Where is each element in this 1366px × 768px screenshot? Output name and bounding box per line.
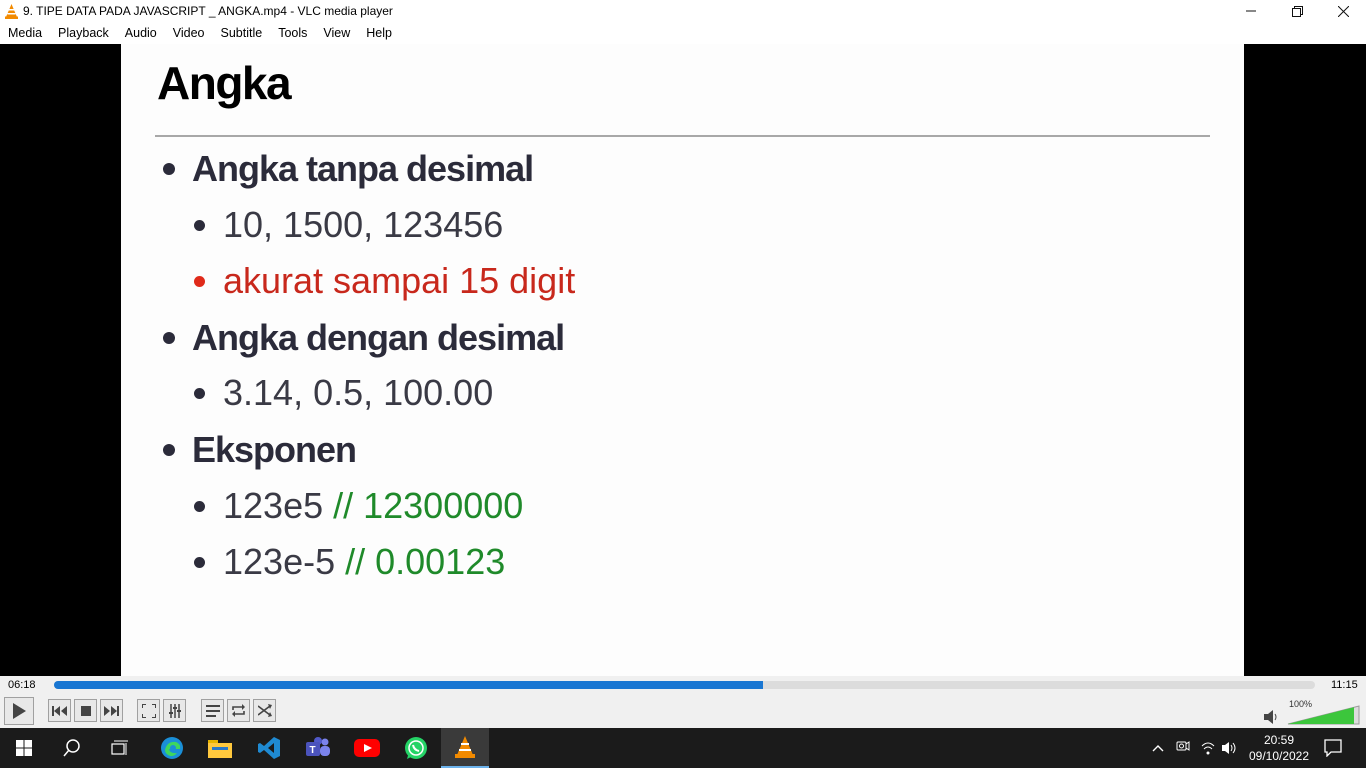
close-button[interactable] (1320, 0, 1366, 22)
windows-start-button[interactable] (0, 728, 48, 768)
title-bar: 9. TIPE DATA PADA JAVASCRIPT _ ANGKA.mp4… (0, 0, 1366, 22)
bullet-level2: 123e5 // 12300000 (194, 485, 523, 527)
previous-button[interactable] (48, 699, 71, 722)
code-value: 123e5 (223, 485, 334, 526)
menu-bar: Media Playback Audio Video Subtitle Tool… (0, 22, 1366, 44)
menu-tools[interactable]: Tools (278, 26, 307, 40)
volume-control[interactable]: 100% (1262, 699, 1362, 726)
menu-view[interactable]: View (323, 26, 350, 40)
video-area[interactable]: Angka Angka tanpa desimal 10, 1500, 1234… (0, 44, 1366, 676)
bullet-text: Angka dengan desimal (192, 317, 565, 358)
bullet-text: 10, 1500, 123456 (223, 204, 504, 245)
restore-button[interactable] (1274, 0, 1320, 22)
speaker-icon[interactable] (1264, 710, 1277, 724)
vscode-icon[interactable] (245, 728, 293, 768)
bullet-dot (194, 275, 205, 287)
network-icon[interactable] (1200, 740, 1216, 759)
bullet-level2: 123e-5 // 0.00123 (194, 541, 505, 583)
task-view-icon[interactable] (96, 728, 144, 768)
slide-title: Angka (157, 57, 292, 109)
menu-subtitle[interactable]: Subtitle (221, 26, 263, 40)
vlc-cone-icon (4, 3, 18, 19)
code-comment: // 12300000 (333, 485, 524, 526)
code-comment: // 0.00123 (345, 541, 506, 582)
bullet-dot (163, 163, 175, 175)
menu-video[interactable]: Video (173, 26, 205, 40)
bullet-dot (194, 556, 205, 568)
minimize-button[interactable] (1228, 0, 1274, 22)
file-explorer-icon[interactable] (196, 728, 244, 768)
loop-button[interactable] (227, 699, 250, 722)
notifications-icon[interactable] (1324, 739, 1342, 760)
bullet-text: Eksponen (192, 429, 357, 470)
vlc-taskbar-icon[interactable] (441, 728, 489, 768)
menu-help[interactable]: Help (366, 26, 392, 40)
fullscreen-button[interactable] (137, 699, 160, 722)
title-divider (155, 135, 1210, 137)
bullet-level1: Eksponen (163, 429, 357, 471)
show-hidden-icons-button[interactable] (1152, 741, 1164, 755)
meet-now-icon[interactable] (1176, 739, 1190, 758)
bullet-dot (194, 219, 205, 231)
clock-time: 20:59 (1263, 733, 1295, 747)
window-title: 9. TIPE DATA PADA JAVASCRIPT _ ANGKA.mp4… (23, 4, 393, 18)
seek-slider[interactable] (54, 681, 1315, 689)
bullet-level2: 3.14, 0.5, 100.00 (194, 372, 493, 414)
bullet-text: akurat sampai 15 digit (223, 260, 576, 301)
elapsed-time: 06:18 (8, 679, 36, 691)
seek-bar-row: 06:18 11:15 (0, 676, 1366, 696)
menu-audio[interactable]: Audio (125, 26, 157, 40)
edge-browser-icon[interactable] (148, 728, 196, 768)
bullet-level2-highlight: akurat sampai 15 digit (194, 260, 575, 302)
menu-media[interactable]: Media (8, 26, 42, 40)
volume-level: 100% (1289, 699, 1313, 709)
bullet-text: 3.14, 0.5, 100.00 (223, 372, 494, 413)
bullet-text: 123e-5 // 0.00123 (223, 541, 505, 583)
teams-icon[interactable]: T (294, 728, 342, 768)
code-value: 123e-5 (223, 541, 346, 582)
bullet-dot (194, 387, 205, 399)
seek-progress (54, 681, 763, 689)
playback-controls: 100% (0, 696, 1366, 728)
total-time: 11:15 (1331, 679, 1358, 691)
shuffle-button[interactable] (253, 699, 276, 722)
next-button[interactable] (100, 699, 123, 722)
youtube-icon[interactable] (343, 728, 391, 768)
menu-playback[interactable]: Playback (58, 26, 109, 40)
play-button[interactable] (4, 697, 34, 725)
bullet-level1: Angka tanpa desimal (163, 148, 534, 190)
whatsapp-icon[interactable] (392, 728, 440, 768)
clock[interactable]: 20:59 09/10/2022 (1248, 732, 1310, 764)
bullet-level1: Angka dengan desimal (163, 317, 565, 359)
volume-tray-icon[interactable] (1221, 740, 1239, 759)
bullet-dot (163, 332, 175, 344)
bullet-level2: 10, 1500, 123456 (194, 204, 503, 246)
taskbar: T 20:59 09/10/2022 (0, 728, 1366, 768)
bullet-dot (163, 444, 175, 456)
playlist-button[interactable] (201, 699, 224, 722)
bullet-text: 123e5 // 12300000 (223, 485, 523, 527)
presentation-slide: Angka Angka tanpa desimal 10, 1500, 1234… (121, 44, 1244, 676)
bullet-dot (194, 500, 205, 512)
svg-text:T: T (310, 745, 316, 756)
clock-date: 09/10/2022 (1248, 749, 1310, 763)
extended-settings-button[interactable] (163, 699, 186, 722)
search-icon[interactable] (48, 728, 96, 768)
stop-button[interactable] (74, 699, 97, 722)
bullet-text: Angka tanpa desimal (192, 148, 534, 189)
